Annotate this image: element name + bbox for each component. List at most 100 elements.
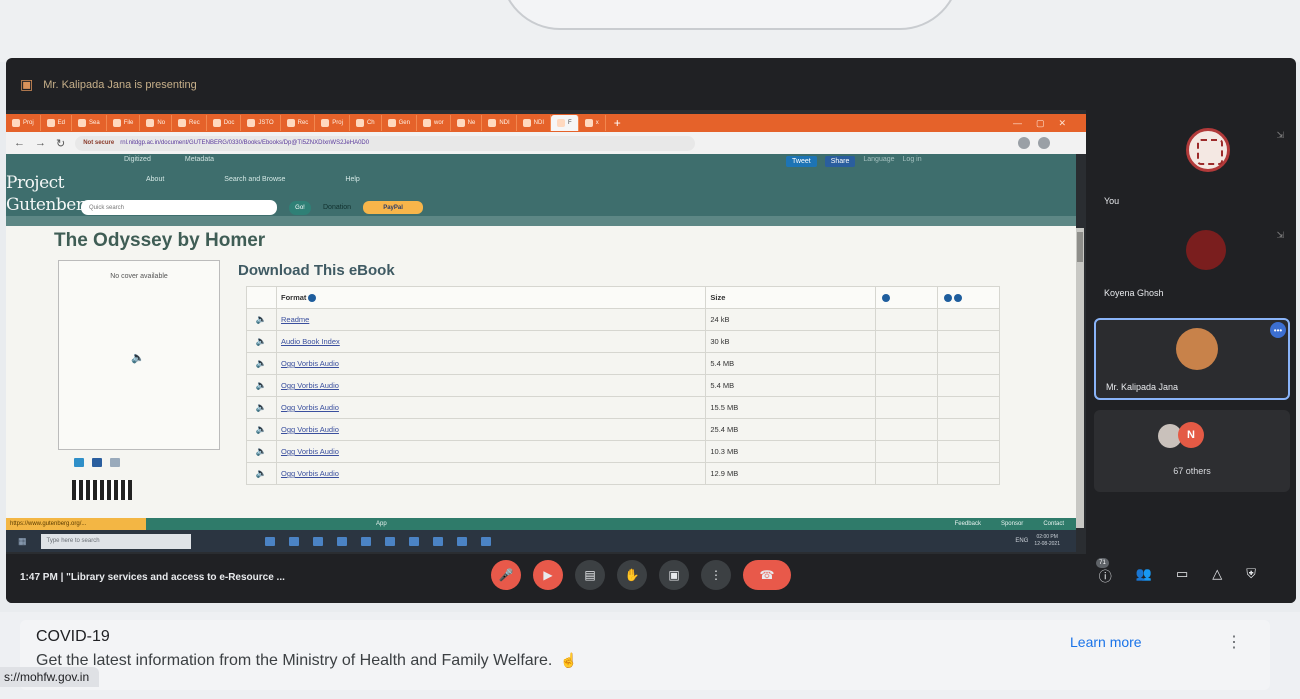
participant-tile-others[interactable]: N 67 others: [1094, 410, 1290, 492]
action-cell[interactable]: [875, 440, 939, 463]
new-tab-button[interactable]: +: [606, 116, 629, 130]
participant-tile-koyena[interactable]: ⇲ Koyena Ghosh: [1094, 218, 1290, 310]
help-icon[interactable]: [944, 294, 953, 302]
close-icon[interactable]: ✕: [1058, 118, 1066, 129]
browser-tab[interactable]: NDI: [482, 115, 517, 131]
reload-icon[interactable]: ↻: [56, 137, 65, 150]
action-cell[interactable]: [937, 418, 1000, 441]
browser-tab[interactable]: Rec: [172, 115, 207, 131]
browser-tab[interactable]: Gen: [382, 115, 417, 131]
tray-clock[interactable]: 02:00 PM 12-08-2021: [1034, 534, 1060, 548]
action-cell[interactable]: [937, 374, 1000, 397]
login-link[interactable]: Log in: [903, 156, 922, 167]
browser-tab[interactable]: No: [140, 115, 173, 131]
action-cell[interactable]: [937, 440, 1000, 463]
action-cell[interactable]: [875, 418, 939, 441]
forward-icon[interactable]: →: [35, 137, 46, 149]
more-options-button[interactable]: ⋮: [701, 560, 731, 590]
app-link[interactable]: App: [376, 521, 387, 527]
leave-call-button[interactable]: ☎: [743, 560, 791, 590]
minimize-icon[interactable]: —: [1013, 118, 1022, 129]
action-cell[interactable]: [875, 330, 939, 353]
app-icon[interactable]: [336, 536, 347, 546]
more-vert-icon[interactable]: ⋮: [1226, 632, 1242, 652]
browser-tab[interactable]: Ne: [451, 115, 483, 131]
participant-tile-presenter[interactable]: ••• Mr. Kalipada Jana: [1094, 318, 1290, 400]
browser-tab[interactable]: x: [579, 115, 606, 131]
format-link[interactable]: Ogg Vorbis Audio: [281, 381, 339, 390]
format-link[interactable]: Audio Book Index: [281, 337, 340, 346]
taskbar-search[interactable]: Type here to search: [40, 533, 191, 549]
people-icon[interactable]: 👥: [1136, 566, 1152, 585]
share-button[interactable]: Share: [824, 156, 856, 167]
app-icon[interactable]: [384, 536, 395, 546]
contact-link[interactable]: Contact: [1043, 521, 1064, 527]
browser-tab[interactable]: Doc: [207, 115, 242, 131]
browser-tab[interactable]: Ch: [350, 115, 382, 131]
windows-start-icon[interactable]: ▦: [18, 536, 27, 547]
app-icon[interactable]: [360, 536, 371, 546]
app-icon[interactable]: [456, 536, 467, 546]
raise-hand-button[interactable]: ✋: [617, 560, 647, 590]
format-link[interactable]: Ogg Vorbis Audio: [281, 359, 339, 368]
browser-tab[interactable]: Ed: [41, 115, 73, 131]
tray-lang[interactable]: ENG: [1015, 538, 1028, 544]
format-link[interactable]: Ogg Vorbis Audio: [281, 403, 339, 412]
menu-search-browse[interactable]: Search and Browse: [224, 176, 285, 183]
help-icon[interactable]: [308, 294, 317, 302]
browser-tab[interactable]: JSTO: [241, 115, 281, 131]
menu-digitized[interactable]: Digitized: [124, 156, 151, 163]
action-cell[interactable]: [937, 396, 1000, 419]
captions-button[interactable]: ▤: [575, 560, 605, 590]
camera-off-button[interactable]: ▶: [533, 560, 563, 590]
app-icon[interactable]: [408, 536, 419, 546]
browser-tab[interactable]: Proj: [315, 115, 350, 131]
email-icon[interactable]: [110, 458, 120, 467]
extension-icon[interactable]: [1018, 137, 1030, 149]
pin-icon[interactable]: ⇲: [1276, 230, 1284, 241]
action-cell[interactable]: [875, 308, 939, 331]
twitter-icon[interactable]: [74, 458, 84, 467]
more-options-icon[interactable]: •••: [1270, 322, 1286, 338]
activities-icon[interactable]: △: [1212, 566, 1222, 585]
profile-icon[interactable]: [1038, 137, 1050, 149]
host-controls-icon[interactable]: ⛨: [1246, 566, 1256, 585]
action-cell[interactable]: [875, 396, 939, 419]
format-link[interactable]: Ogg Vorbis Audio: [281, 447, 339, 456]
browser-tab[interactable]: F: [551, 115, 579, 131]
menu-help[interactable]: Help: [345, 176, 359, 183]
app-icon[interactable]: [264, 536, 275, 546]
paypal-button[interactable]: PayPal: [363, 201, 424, 214]
info-icon[interactable]: ⓘ: [1099, 566, 1112, 585]
browser-tab[interactable]: Proj: [6, 115, 41, 131]
help-icon[interactable]: [882, 294, 891, 302]
action-cell[interactable]: [937, 308, 1000, 331]
app-icon[interactable]: [480, 536, 491, 546]
language-select[interactable]: Language: [863, 156, 894, 167]
tweet-button[interactable]: Tweet: [786, 156, 817, 167]
format-link[interactable]: Ogg Vorbis Audio: [281, 425, 339, 434]
scrollbar-thumb[interactable]: [1077, 232, 1083, 262]
browser-tab[interactable]: File: [107, 115, 141, 131]
present-button[interactable]: ▣: [659, 560, 689, 590]
page-scrollbar[interactable]: [1076, 228, 1084, 528]
format-link[interactable]: Readme: [281, 315, 309, 324]
app-icon[interactable]: [288, 536, 299, 546]
browser-tab[interactable]: NDI: [517, 115, 552, 131]
browser-tab[interactable]: Rec: [281, 115, 316, 131]
url-field[interactable]: Not secure rnl.nitdgp.ac.in/document/GUT…: [75, 135, 696, 151]
format-link[interactable]: Ogg Vorbis Audio: [281, 469, 339, 478]
browser-tab[interactable]: Sea: [72, 115, 107, 131]
pin-icon[interactable]: ⇲: [1276, 130, 1284, 141]
go-button[interactable]: Go!: [289, 200, 311, 215]
mic-off-button[interactable]: 🎤: [491, 560, 521, 590]
menu-about[interactable]: About: [146, 176, 164, 183]
sponsor-link[interactable]: Sponsor: [1001, 521, 1023, 527]
back-icon[interactable]: ←: [14, 137, 25, 149]
app-icon[interactable]: [312, 536, 323, 546]
maximize-icon[interactable]: ▢: [1036, 118, 1045, 129]
help-icon[interactable]: [954, 294, 963, 302]
action-cell[interactable]: [875, 352, 939, 375]
action-cell[interactable]: [937, 330, 1000, 353]
facebook-icon[interactable]: [92, 458, 102, 467]
